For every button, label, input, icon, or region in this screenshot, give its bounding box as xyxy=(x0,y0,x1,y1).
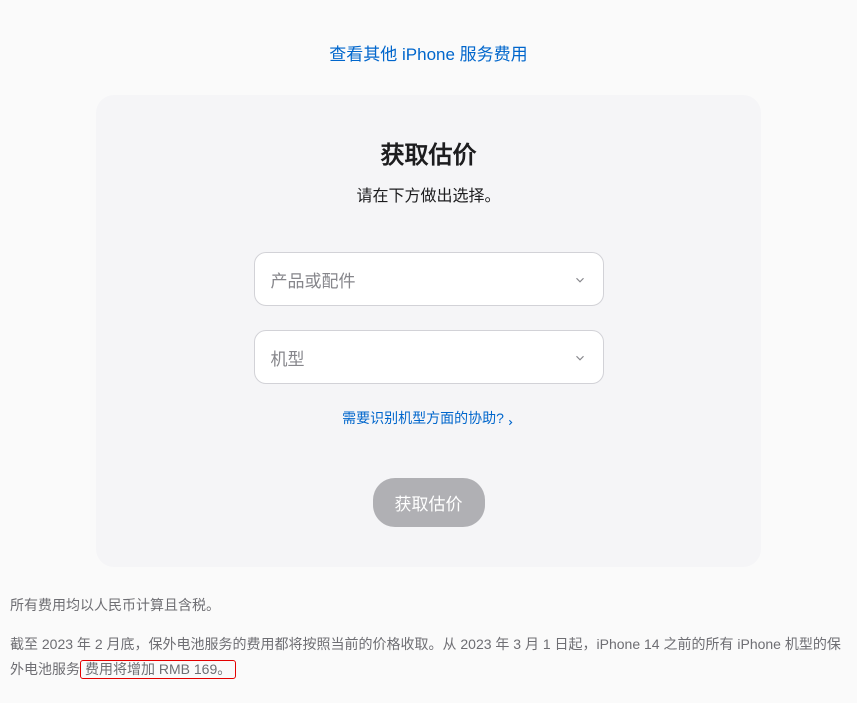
help-link-label: 需要识别机型方面的协助? xyxy=(342,408,504,428)
card-title: 获取估价 xyxy=(126,135,731,170)
estimate-card: 获取估价 请在下方做出选择。 产品或配件 机型 xyxy=(96,95,761,567)
chevron-right-icon xyxy=(506,414,515,423)
model-select-wrap: 机型 xyxy=(254,330,604,384)
chevron-down-icon xyxy=(573,350,587,364)
footer-line-2: 截至 2023 年 2 月底，保外电池服务的费用都将按照当前的价格收取。从 20… xyxy=(10,632,847,682)
get-estimate-button[interactable]: 获取估价 xyxy=(373,478,485,527)
product-select-wrap: 产品或配件 xyxy=(254,252,604,306)
model-select-placeholder: 机型 xyxy=(271,345,305,370)
top-link-wrap: 查看其他 iPhone 服务费用 xyxy=(10,40,847,65)
footer-line-1: 所有费用均以人民币计算且含税。 xyxy=(10,593,847,618)
card-subtitle: 请在下方做出选择。 xyxy=(126,182,731,206)
product-select-placeholder: 产品或配件 xyxy=(271,267,356,292)
other-services-link[interactable]: 查看其他 iPhone 服务费用 xyxy=(329,45,527,64)
chevron-down-icon xyxy=(573,272,587,286)
identify-model-help-link[interactable]: 需要识别机型方面的协助? xyxy=(342,408,515,428)
footer-disclaimer: 所有费用均以人民币计算且含税。 截至 2023 年 2 月底，保外电池服务的费用… xyxy=(10,593,847,683)
help-link-wrap: 需要识别机型方面的协助? xyxy=(126,408,731,428)
model-select[interactable]: 机型 xyxy=(254,330,604,384)
product-select[interactable]: 产品或配件 xyxy=(254,252,604,306)
price-increase-highlight: 费用将增加 RMB 169。 xyxy=(80,660,236,679)
